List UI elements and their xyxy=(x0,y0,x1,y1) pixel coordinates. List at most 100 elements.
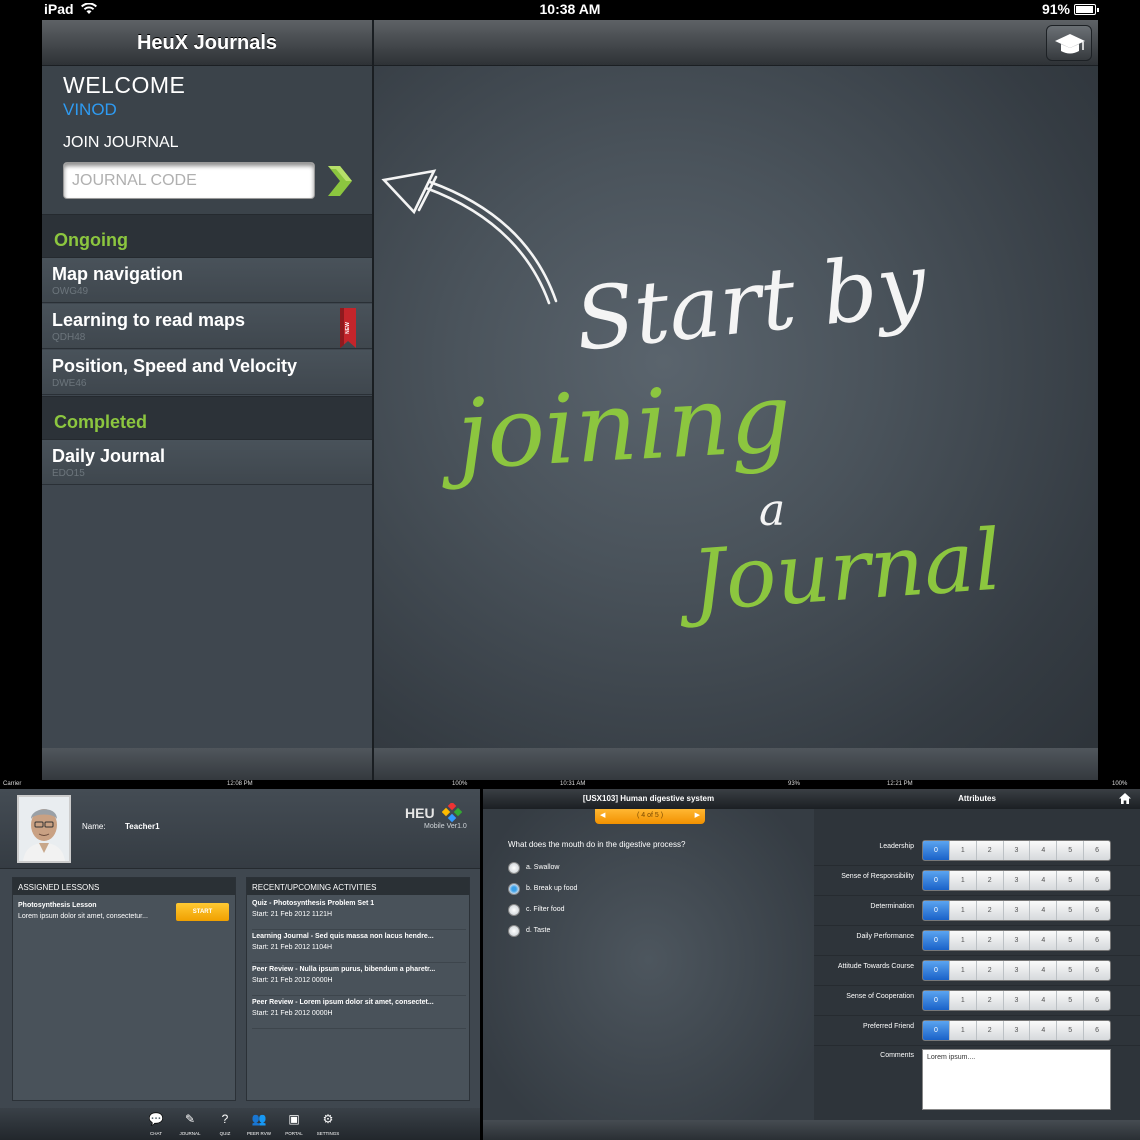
battery-percent: 100% xyxy=(452,781,468,787)
journal-item-learning-to-read-maps[interactable]: Learning to read maps QDH48 NEW xyxy=(42,304,372,349)
rating-option[interactable]: 3 xyxy=(1004,1021,1031,1040)
answer-option[interactable]: a. Swallow xyxy=(508,862,708,876)
tab-quiz[interactable]: ? QUIZ xyxy=(208,1113,242,1139)
tab-settings[interactable]: ⚙ SETTINGS xyxy=(311,1113,345,1139)
rating-option[interactable]: 0 xyxy=(923,871,950,890)
quiz-icon: ? xyxy=(221,1112,229,1126)
rating-option[interactable]: 1 xyxy=(950,841,977,860)
rating-option[interactable]: 3 xyxy=(1004,841,1031,860)
rating-option[interactable]: 4 xyxy=(1030,991,1058,1010)
rating-option[interactable]: 4 xyxy=(1030,1021,1058,1040)
journal-item-daily-journal[interactable]: Daily Journal EDO15 xyxy=(42,440,372,485)
tab-portal[interactable]: ▣ PORTAL xyxy=(277,1113,311,1139)
rating-option[interactable]: 6 xyxy=(1084,961,1110,980)
rating-option[interactable]: 5 xyxy=(1057,991,1085,1010)
activity-title: Learning Journal - Sed quis massa non la… xyxy=(252,933,434,940)
rating-option[interactable]: 3 xyxy=(1004,901,1031,920)
sidebar-navbar: HeuX Journals xyxy=(42,20,372,66)
activity-row[interactable]: Quiz - Photosynthesis Problem Set 1 Star… xyxy=(252,897,466,930)
tab-peer-review[interactable]: 👥 PEER RVW xyxy=(242,1113,276,1139)
rating-option[interactable]: 2 xyxy=(977,841,1004,860)
rating-option[interactable]: 0 xyxy=(923,961,950,980)
home-icon[interactable] xyxy=(1119,793,1131,804)
handwriting-line2: joining xyxy=(436,362,793,492)
journal-item-position-speed-velocity[interactable]: Position, Speed and Velocity DWE46 xyxy=(42,350,372,395)
tab-label: JOURNAL xyxy=(179,1131,201,1136)
next-question-icon[interactable]: ▶ xyxy=(695,811,700,819)
rating-option[interactable]: 1 xyxy=(950,871,977,890)
answer-option[interactable]: c. Filter food xyxy=(508,904,708,918)
journal-title: Position, Speed and Velocity xyxy=(52,356,298,376)
answer-option-selected[interactable]: b. Break up food xyxy=(508,883,708,897)
answer-option[interactable]: d. Taste xyxy=(508,925,708,939)
start-lesson-button[interactable]: START xyxy=(176,903,229,921)
rating-option[interactable]: 2 xyxy=(977,931,1004,950)
rating-option[interactable]: 1 xyxy=(950,901,977,920)
rating-option[interactable]: 1 xyxy=(950,961,977,980)
rating-option[interactable]: 0 xyxy=(923,991,950,1010)
rating-option[interactable]: 4 xyxy=(1030,931,1058,950)
rating-option[interactable]: 5 xyxy=(1057,961,1085,980)
composite-screenshot: iPad 10:38 AM 91% HeuX Journals WELCOME … xyxy=(0,0,1140,1140)
rating-option[interactable]: 5 xyxy=(1057,931,1085,950)
rating-option[interactable]: 6 xyxy=(1084,871,1110,890)
rating-option[interactable]: 0 xyxy=(923,931,950,950)
rating-option[interactable]: 3 xyxy=(1004,991,1031,1010)
rating-option[interactable]: 2 xyxy=(977,991,1004,1010)
rating-option[interactable]: 6 xyxy=(1084,991,1110,1010)
rating-option[interactable]: 0 xyxy=(923,1021,950,1040)
rating-option[interactable]: 2 xyxy=(977,1021,1004,1040)
submit-code-chevron-icon[interactable] xyxy=(326,164,354,198)
rating-option[interactable]: 6 xyxy=(1084,841,1110,860)
rating-option[interactable]: 3 xyxy=(1004,931,1031,950)
activity-row[interactable]: Learning Journal - Sed quis massa non la… xyxy=(252,930,466,963)
journal-item-map-navigation[interactable]: Map navigation OWG49 xyxy=(42,258,372,303)
battery-percent: 91% xyxy=(1041,1,1070,17)
rating-option[interactable]: 2 xyxy=(977,901,1004,920)
new-badge-text: NEW xyxy=(345,322,351,334)
rating-option[interactable]: 5 xyxy=(1057,841,1085,860)
radio-icon xyxy=(508,862,520,874)
rating-option[interactable]: 4 xyxy=(1030,901,1058,920)
tab-journal[interactable]: ✎ JOURNAL xyxy=(173,1113,207,1139)
activity-start: Start: 21 Feb 2012 0000H xyxy=(252,1010,333,1017)
rating-option[interactable]: 1 xyxy=(950,1021,977,1040)
rating-option[interactable]: 5 xyxy=(1057,901,1085,920)
handwriting-line1: Start by xyxy=(571,235,932,371)
rating-option[interactable]: 1 xyxy=(950,991,977,1010)
activity-row[interactable]: Peer Review - Lorem ipsum dolor sit amet… xyxy=(252,996,466,1029)
radio-icon xyxy=(508,925,520,937)
journal-title: Daily Journal xyxy=(52,446,166,466)
activity-row[interactable]: Peer Review - Nulla ipsum purus, bibendu… xyxy=(252,963,466,996)
attribute-label: Determination xyxy=(870,903,914,910)
rating-option[interactable]: 4 xyxy=(1030,871,1058,890)
rating-option[interactable]: 1 xyxy=(950,931,977,950)
welcome-block: WELCOME VINOD JOIN JOURNAL xyxy=(42,66,372,214)
rating-option[interactable]: 6 xyxy=(1084,931,1110,950)
tab-chat[interactable]: 💬 CHAT xyxy=(139,1113,173,1139)
handwriting-line4: Journal xyxy=(674,511,1005,631)
comments-field[interactable] xyxy=(922,1049,1111,1110)
carrier-label: Carrier xyxy=(3,781,22,787)
teacher-photo xyxy=(19,797,69,861)
rating-option[interactable]: 2 xyxy=(977,871,1004,890)
rating-option[interactable]: 4 xyxy=(1030,841,1058,860)
rating-option[interactable]: 0 xyxy=(923,841,950,860)
rating-option[interactable]: 3 xyxy=(1004,961,1031,980)
rating-option[interactable]: 3 xyxy=(1004,871,1031,890)
app-version: Mobile Ver1.0 xyxy=(424,823,467,830)
rating-option[interactable]: 5 xyxy=(1057,1021,1085,1040)
journal-code-input[interactable] xyxy=(63,162,315,199)
rating-option[interactable]: 2 xyxy=(977,961,1004,980)
activity-start: Start: 21 Feb 2012 1104H xyxy=(252,944,333,951)
rating-option[interactable]: 4 xyxy=(1030,961,1058,980)
journal-code: QDH48 xyxy=(52,332,86,343)
name-label: Name: xyxy=(82,822,106,831)
tab-label: QUIZ xyxy=(219,1131,231,1136)
rating-option[interactable]: 6 xyxy=(1084,1021,1110,1040)
question-text: What does the mouth do in the digestive … xyxy=(508,840,686,849)
rating-option[interactable]: 0 xyxy=(923,901,950,920)
status-time: 12:21 PM xyxy=(887,781,913,787)
rating-option[interactable]: 5 xyxy=(1057,871,1085,890)
rating-option[interactable]: 6 xyxy=(1084,901,1110,920)
